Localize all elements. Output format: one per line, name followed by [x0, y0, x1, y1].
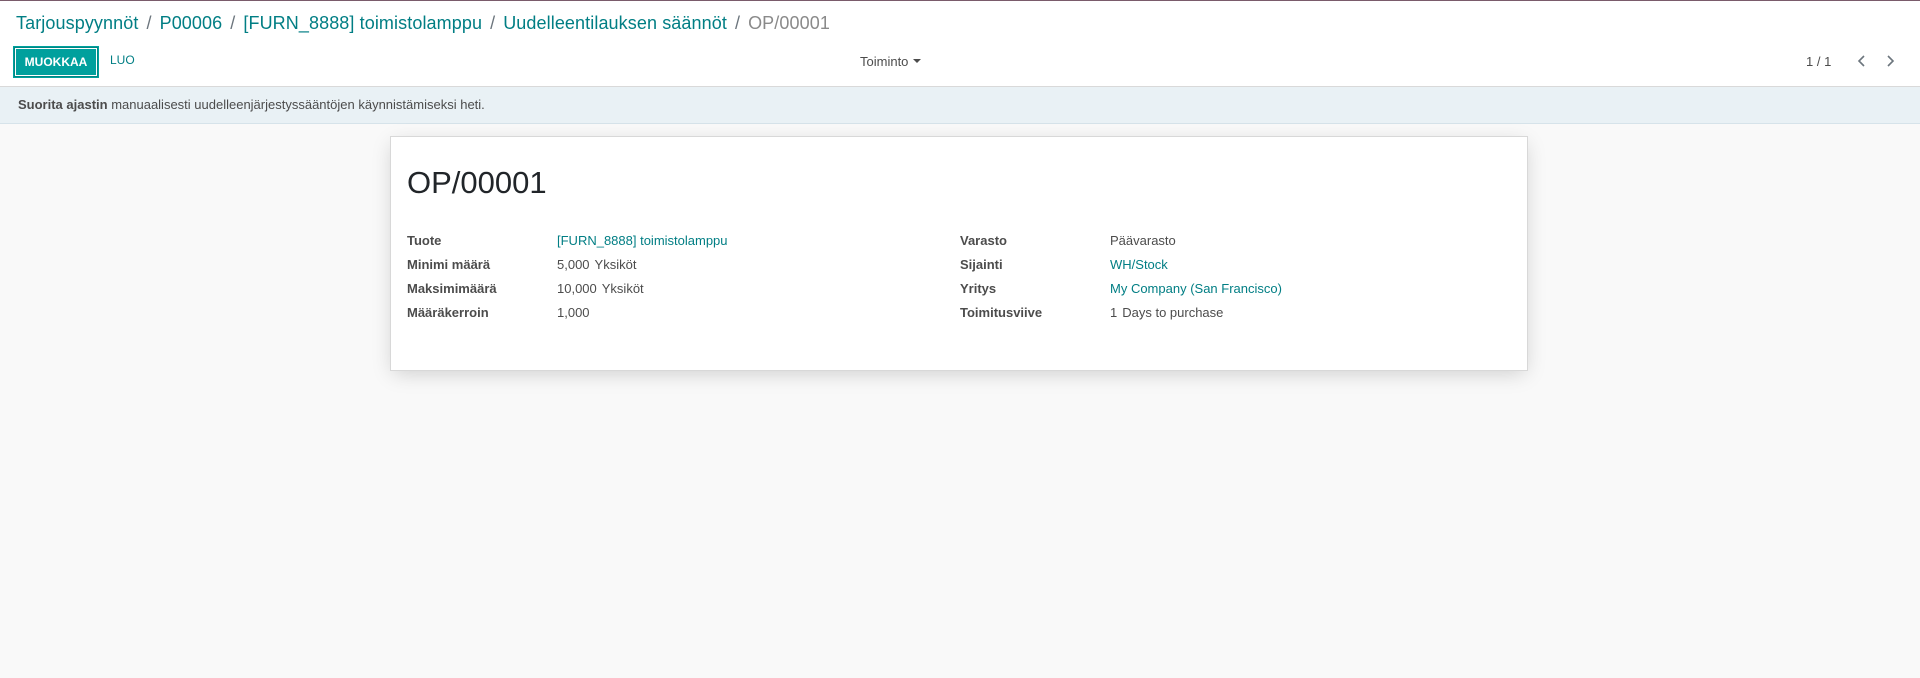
- left-field-group: Tuote [FURN_8888] toimistolamppu Minimi …: [407, 229, 947, 325]
- form-sheet: OP/00001 Tuote [FURN_8888] toimistolampp…: [390, 136, 1528, 371]
- lead-time-unit: Days to purchase: [1122, 305, 1224, 320]
- field-product: Tuote [FURN_8888] toimistolamppu: [407, 229, 947, 253]
- breadcrumb-separator: /: [734, 13, 741, 33]
- alert-bold-text: Suorita ajastin: [18, 97, 108, 112]
- uom-label: Yksiköt: [601, 281, 644, 296]
- field-label: Varasto: [960, 233, 1007, 248]
- breadcrumb-item-current: OP/00001: [748, 13, 830, 33]
- product-link[interactable]: [FURN_8888] toimistolamppu: [557, 233, 728, 248]
- control-panel: Tarjouspyynnöt / P00006 / [FURN_8888] toimis…: [0, 1, 1920, 87]
- caret-down-icon: [913, 59, 922, 64]
- field-label: Yritys: [960, 281, 997, 296]
- info-alert: Suorita ajastin manuaalisesti uudelleenj…: [0, 87, 1920, 124]
- record-title: OP/00001: [407, 165, 547, 200]
- field-label: Maksimimäärä: [407, 281, 497, 296]
- chevron-left-icon[interactable]: [1853, 51, 1871, 71]
- field-multiple: Määräkerroin 1,000: [407, 301, 947, 325]
- multiple-value: 1,000: [557, 305, 590, 320]
- max-qty-value: 10,000: [557, 281, 597, 296]
- field-warehouse: Varasto Päävarasto: [960, 229, 1500, 253]
- create-button[interactable]: LUO: [110, 53, 135, 67]
- field-location: Sijainti WH/Stock: [960, 253, 1500, 277]
- company-link[interactable]: My Company (San Francisco): [1110, 281, 1282, 296]
- pager-value[interactable]: 1 / 1: [1806, 54, 1831, 69]
- breadcrumb-separator: /: [146, 13, 152, 33]
- field-label: Sijainti: [960, 257, 1003, 272]
- warehouse-value: Päävarasto: [1110, 233, 1176, 248]
- chevron-right-icon[interactable]: [1881, 51, 1899, 71]
- field-max-qty: Maksimimäärä 10,000 Yksiköt: [407, 277, 947, 301]
- breadcrumb-separator: /: [230, 13, 236, 33]
- field-label: Määräkerroin: [407, 305, 489, 320]
- breadcrumb-item-purchase-order[interactable]: P00006: [160, 13, 223, 33]
- breadcrumb-separator: /: [490, 13, 496, 33]
- breadcrumb-item-reorder-rules[interactable]: Uudelleentilauksen säännöt: [503, 13, 727, 33]
- location-link[interactable]: WH/Stock: [1110, 257, 1168, 272]
- field-label: Toimitusviive: [960, 305, 1043, 320]
- breadcrumb: Tarjouspyynnöt / P00006 / [FURN_8888] toimis…: [16, 13, 830, 34]
- alert-text: manuaalisesti uudelleenjärjestyssääntöje…: [107, 97, 485, 112]
- field-label: Tuote: [407, 233, 442, 248]
- action-dropdown[interactable]: Toiminto: [860, 54, 922, 69]
- min-qty-value: 5,000: [557, 257, 590, 272]
- breadcrumb-item-rfq[interactable]: Tarjouspyynnöt: [16, 13, 138, 33]
- action-dropdown-label: Toiminto: [860, 54, 909, 69]
- lead-time-value: 1: [1110, 305, 1118, 320]
- field-min-qty: Minimi määrä 5,000 Yksiköt: [407, 253, 947, 277]
- field-label: Minimi määrä: [407, 257, 491, 272]
- right-field-group: Varasto Päävarasto Sijainti WH/Stock Yri…: [960, 229, 1500, 325]
- edit-button[interactable]: MUOKKAA: [13, 46, 99, 78]
- field-lead-time: Toimitusviive 1 Days to purchase: [960, 301, 1500, 325]
- breadcrumb-item-product[interactable]: [FURN_8888] toimistolamppu: [243, 13, 482, 33]
- uom-label: Yksiköt: [594, 257, 637, 272]
- field-company: Yritys My Company (San Francisco): [960, 277, 1500, 301]
